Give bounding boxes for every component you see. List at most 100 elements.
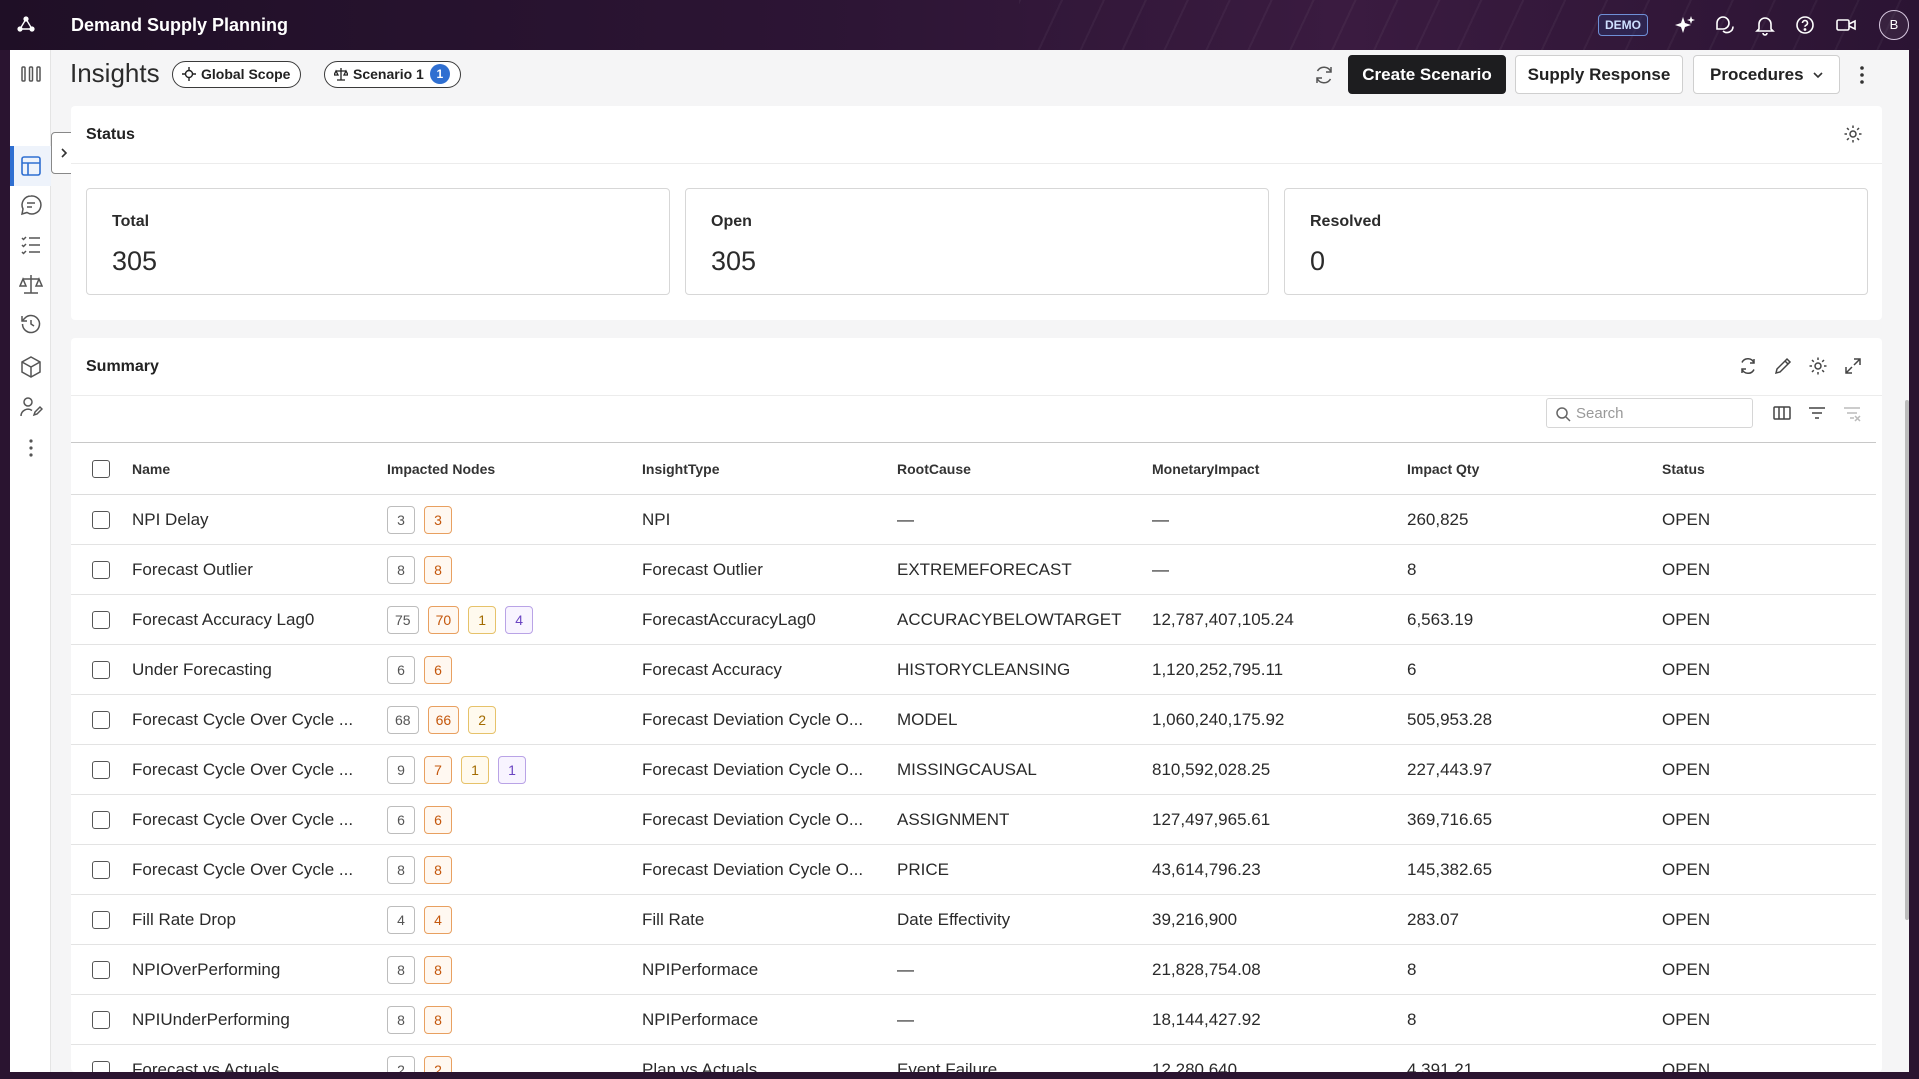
column-header-root-cause[interactable]: RootCause xyxy=(897,442,1152,495)
search-input[interactable] xyxy=(1576,403,1746,423)
impacted-node-tag[interactable]: 8 xyxy=(387,1005,415,1034)
create-scenario-button[interactable]: Create Scenario xyxy=(1348,55,1506,94)
insight-name[interactable]: NPI Delay xyxy=(132,510,209,530)
impacted-node-tag[interactable]: 2 xyxy=(387,1055,415,1072)
row-checkbox[interactable] xyxy=(92,811,110,830)
insight-name[interactable]: Forecast vs Actuals xyxy=(132,1060,279,1072)
name-cell[interactable]: Forecast Outlier xyxy=(132,544,387,595)
dashboard-icon[interactable] xyxy=(19,154,43,178)
impacted-node-tag[interactable]: 4 xyxy=(505,605,534,634)
impacted-node-tag[interactable]: 8 xyxy=(387,555,415,584)
more-options-icon[interactable] xyxy=(1855,64,1869,86)
insight-name[interactable]: Forecast Cycle Over Cycle ... xyxy=(132,760,353,780)
row-checkbox[interactable] xyxy=(92,511,110,530)
table-row[interactable]: NPIUnderPerforming 8 8 NPIPerformace —18,144… xyxy=(71,994,1876,1045)
impacted-node-tag[interactable]: 6 xyxy=(387,805,415,834)
history-icon[interactable] xyxy=(19,312,43,336)
impacted-node-tag[interactable]: 70 xyxy=(427,605,460,634)
insight-name[interactable]: Forecast Accuracy Lag0 xyxy=(132,610,314,630)
impacted-node-tag[interactable]: 1 xyxy=(468,605,497,634)
table-row[interactable]: Forecast Cycle Over Cycle ... 9 7 1 1 Forecas… xyxy=(71,744,1876,795)
sparkle-icon[interactable] xyxy=(1674,14,1696,36)
bell-icon[interactable] xyxy=(1754,14,1776,36)
impacted-node-tag[interactable]: 68 xyxy=(387,705,419,734)
impacted-node-tag[interactable]: 8 xyxy=(424,1005,452,1034)
column-header-impact-qty[interactable]: Impact Qty xyxy=(1407,442,1662,495)
name-cell[interactable]: NPIUnderPerforming xyxy=(132,994,387,1045)
grid-icon[interactable] xyxy=(19,62,43,86)
insight-name[interactable]: Forecast Cycle Over Cycle ... xyxy=(132,860,353,880)
chat-bubbles-icon[interactable] xyxy=(1714,14,1736,36)
insight-name[interactable]: Forecast Cycle Over Cycle ... xyxy=(132,810,353,830)
name-cell[interactable]: Forecast Accuracy Lag0 xyxy=(132,594,387,645)
insight-name[interactable]: NPIOverPerforming xyxy=(132,960,280,980)
impacted-node-tag[interactable]: 8 xyxy=(424,955,452,984)
row-checkbox[interactable] xyxy=(92,961,110,980)
insight-name[interactable]: Under Forecasting xyxy=(132,660,272,680)
name-cell[interactable]: NPI Delay xyxy=(132,494,387,545)
name-cell[interactable]: Forecast vs Actuals xyxy=(132,1044,387,1072)
pencil-icon[interactable] xyxy=(1773,356,1793,376)
name-cell[interactable]: Forecast Cycle Over Cycle ... xyxy=(132,844,387,895)
row-checkbox[interactable] xyxy=(92,761,110,780)
select-all-checkbox[interactable] xyxy=(92,459,110,478)
impacted-node-tag[interactable]: 8 xyxy=(387,955,415,984)
search-input-box[interactable] xyxy=(1546,398,1753,428)
impacted-node-tag[interactable]: 4 xyxy=(387,905,415,934)
table-row[interactable]: Forecast Cycle Over Cycle ... 68 66 2 Foreca… xyxy=(71,694,1876,745)
user-avatar[interactable]: B xyxy=(1879,10,1909,40)
insight-name[interactable]: NPIUnderPerforming xyxy=(132,1010,290,1030)
column-header-insight-type[interactable]: InsightType xyxy=(642,442,897,495)
name-cell[interactable]: Forecast Cycle Over Cycle ... xyxy=(132,694,387,745)
cube-icon[interactable] xyxy=(19,355,43,379)
insight-name[interactable]: Forecast Outlier xyxy=(132,560,253,580)
app-logo-icon[interactable] xyxy=(16,15,36,35)
table-row[interactable]: Forecast Cycle Over Cycle ... 8 8 Forecast … xyxy=(71,844,1876,895)
column-header-impacted-nodes[interactable]: Impacted Nodes xyxy=(387,442,642,495)
impacted-node-tag[interactable]: 2 xyxy=(468,705,497,734)
impacted-node-tag[interactable]: 3 xyxy=(424,505,452,534)
impacted-node-tag[interactable]: 6 xyxy=(424,655,452,684)
column-header-name[interactable]: Name xyxy=(132,442,387,495)
expand-icon[interactable] xyxy=(1843,356,1863,376)
table-row[interactable]: Under Forecasting 6 6 Forecast Accuracy HIST… xyxy=(71,644,1876,695)
name-cell[interactable]: NPIOverPerforming xyxy=(132,944,387,995)
filter-icon[interactable] xyxy=(1807,403,1827,423)
table-row[interactable]: NPI Delay 3 3 NPI — —260,825 OPEN xyxy=(71,494,1876,545)
name-cell[interactable]: Forecast Cycle Over Cycle ... xyxy=(132,744,387,795)
columns-icon[interactable] xyxy=(1772,403,1792,423)
table-row[interactable]: Fill Rate Drop 4 4 Fill Rate Date Effectivit… xyxy=(71,894,1876,945)
table-row[interactable]: Forecast Outlier 8 8 Forecast Outlier EXTREM… xyxy=(71,544,1876,595)
impacted-node-tag[interactable]: 3 xyxy=(387,505,415,534)
table-row[interactable]: NPIOverPerforming 8 8 NPIPerformace —21,828,… xyxy=(71,944,1876,995)
row-checkbox[interactable] xyxy=(92,661,110,680)
table-row[interactable]: Forecast vs Actuals 2 2 Plan vs Actuals Even… xyxy=(71,1044,1876,1072)
impacted-node-tag[interactable]: 4 xyxy=(424,905,452,934)
more-icon[interactable] xyxy=(19,436,43,460)
impacted-node-tag[interactable]: 2 xyxy=(424,1055,452,1072)
gear-icon[interactable] xyxy=(1808,356,1828,376)
scale-icon[interactable] xyxy=(18,272,44,296)
help-icon[interactable] xyxy=(1794,14,1816,36)
row-checkbox[interactable] xyxy=(92,611,110,630)
impacted-node-tag[interactable]: 75 xyxy=(387,605,419,634)
column-header-monetary-impact[interactable]: MonetaryImpact xyxy=(1152,442,1407,495)
global-scope-chip[interactable]: Global Scope xyxy=(172,61,302,88)
row-checkbox[interactable] xyxy=(92,861,110,880)
impacted-node-tag[interactable]: 1 xyxy=(498,755,526,784)
column-header-status[interactable]: Status xyxy=(1662,442,1876,495)
table-row[interactable]: Forecast Accuracy Lag0 75 70 1 4 ForecastAccu… xyxy=(71,594,1876,645)
insight-name[interactable]: Fill Rate Drop xyxy=(132,910,236,930)
impacted-node-tag[interactable]: 7 xyxy=(424,755,452,784)
chat-icon[interactable] xyxy=(19,193,43,217)
impacted-node-tag[interactable]: 1 xyxy=(461,755,489,784)
gear-icon[interactable] xyxy=(1843,124,1863,144)
row-checkbox[interactable] xyxy=(92,911,110,930)
insight-name[interactable]: Forecast Cycle Over Cycle ... xyxy=(132,710,353,730)
impacted-node-tag[interactable]: 8 xyxy=(424,555,452,584)
checklist-icon[interactable] xyxy=(19,233,43,257)
impacted-node-tag[interactable]: 8 xyxy=(424,855,452,884)
row-checkbox[interactable] xyxy=(92,711,110,730)
impacted-node-tag[interactable]: 6 xyxy=(424,805,452,834)
supply-response-button[interactable]: Supply Response xyxy=(1515,55,1683,94)
